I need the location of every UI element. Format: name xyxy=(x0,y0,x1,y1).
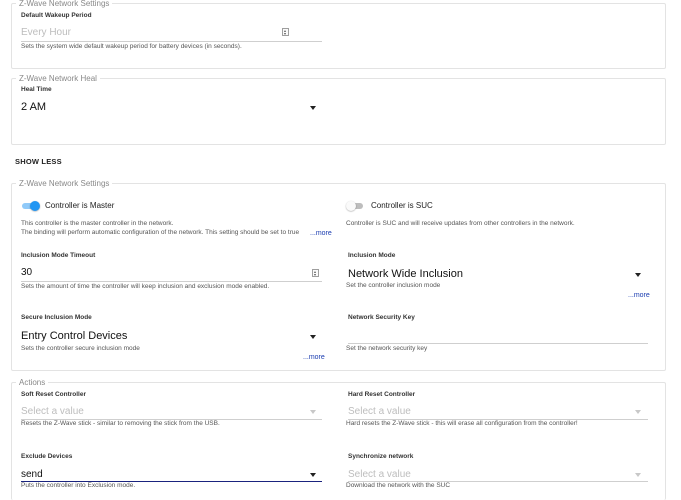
hard-reset-label: Hard Reset Controller xyxy=(348,391,416,398)
heal-time-chevron-down-icon[interactable] xyxy=(310,106,316,110)
network-settings-panel: Z-Wave Network Settings Controller is Ma… xyxy=(11,179,666,371)
inclusion-mode-more-link[interactable]: ...more xyxy=(628,291,650,300)
hard-reset-help: Hard resets the Z-Wave stick - this will… xyxy=(346,420,578,427)
exclude-devices-help: Puts the controller into Exclusion mode. xyxy=(21,482,136,489)
security-key-underline xyxy=(348,343,648,344)
inclusion-timeout-help: Sets the amount of time the controller w… xyxy=(21,283,270,290)
controller-suc-help: Controller is SUC and will receive updat… xyxy=(346,220,575,227)
inclusion-timeout-stepper[interactable] xyxy=(312,269,319,277)
secure-inclusion-help: Sets the controller secure inclusion mod… xyxy=(21,345,140,352)
exclude-devices-label: Exclude Devices xyxy=(21,453,73,460)
heal-panel: Z-Wave Network Heal Heal Time 2 AM xyxy=(11,74,666,145)
wakeup-period-label: Default Wakeup Period xyxy=(21,12,92,19)
sync-network-label: Synchronize network xyxy=(348,453,414,460)
soft-reset-select[interactable]: Select a value xyxy=(21,406,84,418)
secure-inclusion-more-link[interactable]: ...more xyxy=(303,353,325,362)
heal-time-label: Heal Time xyxy=(21,86,52,93)
inclusion-mode-help: Set the controller inclusion mode xyxy=(346,282,441,289)
security-key-help: Set the network security key xyxy=(346,345,428,352)
controller-master-help-1: This controller is the master controller… xyxy=(21,220,174,227)
inclusion-mode-label: Inclusion Mode xyxy=(348,252,396,259)
sync-network-chevron-down-icon[interactable] xyxy=(635,473,641,477)
wakeup-settings-legend: Z-Wave Network Settings xyxy=(16,0,113,9)
show-less-button[interactable]: SHOW LESS xyxy=(15,157,62,166)
exclude-devices-chevron-down-icon[interactable] xyxy=(310,473,316,477)
inclusion-mode-select[interactable]: Network Wide Inclusion xyxy=(348,268,463,281)
heal-legend: Z-Wave Network Heal xyxy=(16,74,100,84)
security-key-input[interactable] xyxy=(348,329,648,341)
wakeup-period-stepper[interactable] xyxy=(282,28,289,36)
actions-legend: Actions xyxy=(16,378,49,388)
controller-suc-toggle-knob xyxy=(346,201,356,211)
network-settings-legend: Z-Wave Network Settings xyxy=(16,179,113,189)
inclusion-timeout-input[interactable]: 30 xyxy=(21,267,32,279)
actions-panel: Actions Soft Reset Controller Select a v… xyxy=(11,378,666,500)
heal-time-select[interactable]: 2 AM xyxy=(21,101,46,114)
controller-master-help-2: The binding will perform automatic confi… xyxy=(21,229,300,236)
hard-reset-select[interactable]: Select a value xyxy=(348,406,411,418)
inclusion-timeout-label: Inclusion Mode Timeout xyxy=(21,252,96,259)
secure-inclusion-label: Secure Inclusion Mode xyxy=(21,314,92,321)
security-key-label: Network Security Key xyxy=(348,314,415,321)
wakeup-period-underline xyxy=(21,41,322,42)
controller-master-more-link[interactable]: ...more xyxy=(310,229,332,238)
wakeup-period-help: Sets the system wide default wakeup peri… xyxy=(21,43,242,50)
inclusion-timeout-underline xyxy=(21,281,322,282)
sync-network-help: Download the network with the SUC xyxy=(346,482,451,489)
secure-inclusion-chevron-down-icon[interactable] xyxy=(310,335,316,339)
controller-master-label: Controller is Master xyxy=(45,201,115,210)
controller-master-toggle-knob xyxy=(30,201,40,211)
secure-inclusion-select[interactable]: Entry Control Devices xyxy=(21,330,127,343)
soft-reset-chevron-down-icon[interactable] xyxy=(310,410,316,414)
wakeup-period-input[interactable]: Every Hour xyxy=(21,27,71,39)
controller-master-toggle[interactable] xyxy=(21,200,41,212)
exclude-devices-select[interactable]: send xyxy=(21,469,43,481)
soft-reset-label: Soft Reset Controller xyxy=(21,391,87,398)
controller-suc-label: Controller is SUC xyxy=(371,201,433,210)
controller-suc-toggle[interactable] xyxy=(346,200,366,212)
hard-reset-chevron-down-icon[interactable] xyxy=(635,410,641,414)
wakeup-settings-panel: Z-Wave Network Settings Default Wakeup P… xyxy=(11,0,666,69)
inclusion-mode-chevron-down-icon[interactable] xyxy=(635,273,641,277)
soft-reset-help: Resets the Z-Wave stick - similar to rem… xyxy=(21,420,220,427)
sync-network-select[interactable]: Select a value xyxy=(348,469,411,481)
